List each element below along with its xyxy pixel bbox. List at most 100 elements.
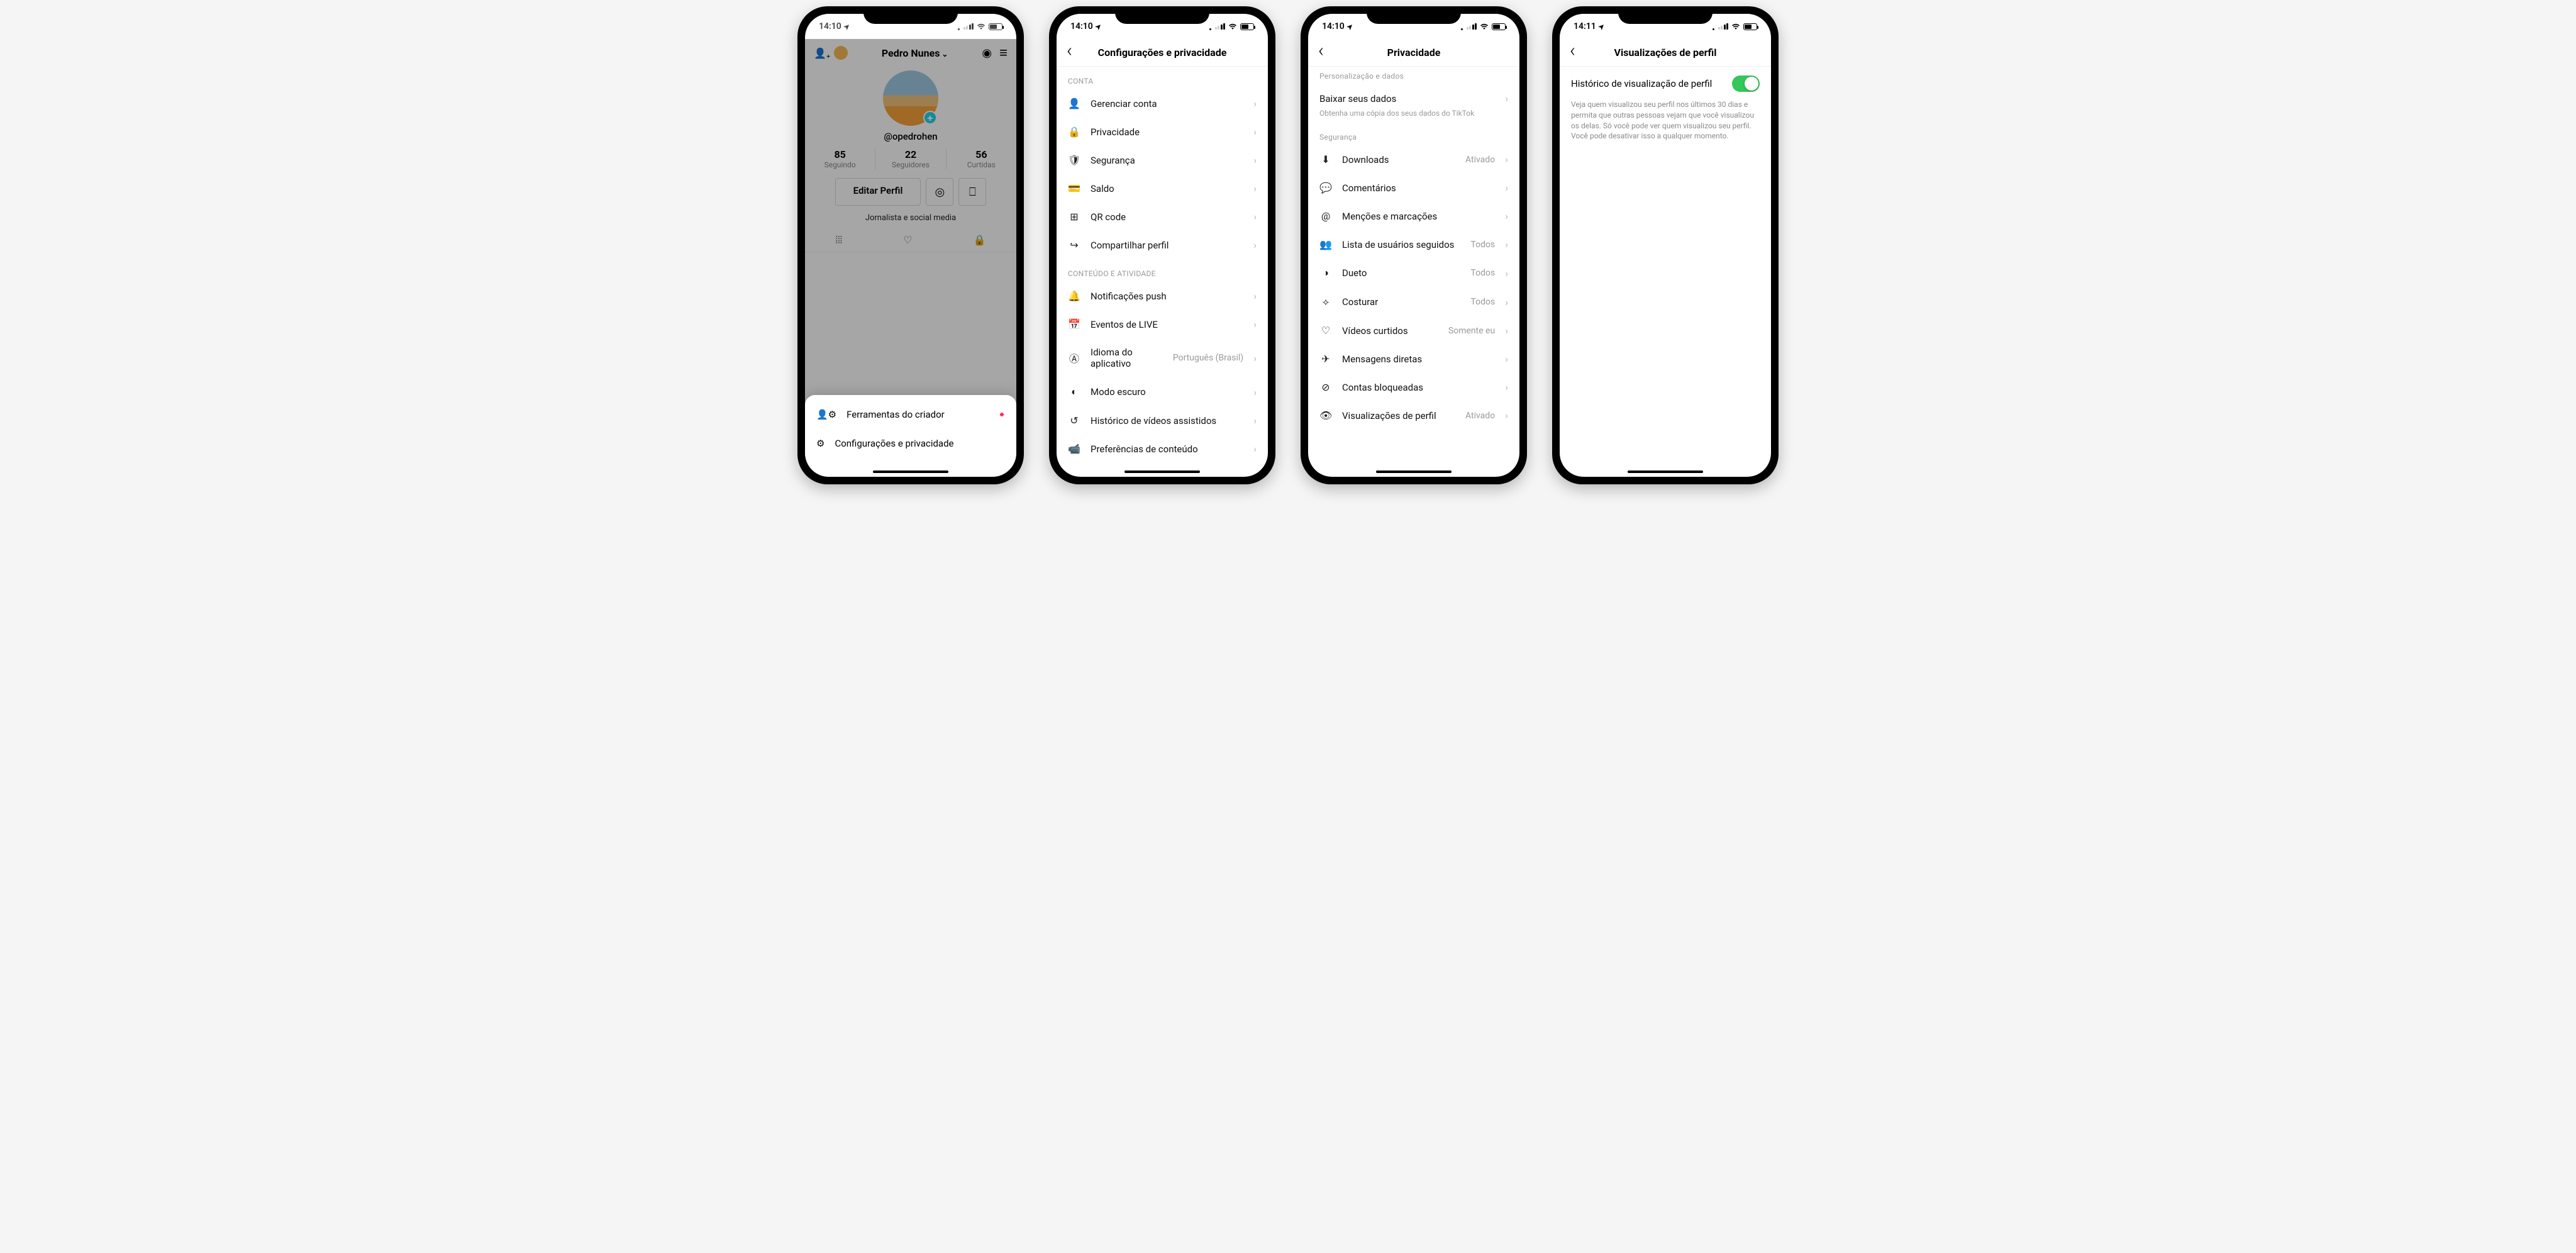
settings-conta-row-3-label: Saldo [1091, 183, 1243, 194]
settings-conta-row-5[interactable]: ↪ Compartilhar perfil [1057, 231, 1268, 259]
chevron-icon [1505, 182, 1508, 194]
settings-conta-row-2-label: Segurança [1091, 155, 1243, 166]
privacy-row-0-icon: ⬇ [1319, 153, 1332, 165]
privacy-row-8[interactable]: ⊘Contas bloqueadas [1308, 373, 1519, 401]
settings-conta-row-3[interactable]: 💳Saldo [1057, 174, 1268, 203]
privacy-row-3[interactable]: 👥Lista de usuários seguidosTodos [1308, 230, 1519, 259]
privacy-row-4-icon: ◑ [1319, 267, 1332, 279]
chevron-icon [1253, 211, 1257, 223]
settings-conta-row-0[interactable]: 👤Gerenciar conta [1057, 89, 1268, 118]
privacy-row-0[interactable]: ⬇DownloadsAtivado [1308, 145, 1519, 174]
sheet-creator-tools[interactable]: 👤⚙ Ferramentas do criador [805, 400, 1016, 429]
chevron-icon [1253, 290, 1257, 302]
settings-conta-row-2-icon: 🛡 [1068, 154, 1080, 166]
signal-dot [958, 28, 960, 30]
privacy-row-7[interactable]: ✈Mensagens diretas [1308, 345, 1519, 373]
signal-icon [1718, 23, 1729, 30]
location-arrow-icon [844, 21, 850, 31]
settings-conta-row-2[interactable]: 🛡 Segurança [1057, 146, 1268, 174]
notch [1115, 6, 1209, 24]
chevron-icon [1253, 386, 1257, 398]
sheet-settings[interactable]: ⚙ Configurações e privacidade [805, 429, 1016, 458]
home-indicator[interactable] [1124, 471, 1200, 473]
privacy-row-6-icon: ♡ [1319, 325, 1332, 337]
settings-conteudo-row-0-label: Notificações push [1091, 291, 1243, 302]
privacy-row-9-label: Visualizações de perfil [1342, 410, 1455, 421]
wifi-icon [1731, 23, 1740, 30]
chevron-icon [1505, 353, 1508, 365]
page-title: Configurações e privacidade [1098, 47, 1227, 58]
privacy-row-2[interactable]: @Menções e marcações [1308, 202, 1519, 230]
settings-conta-row-1-icon: 🔒 [1068, 126, 1080, 138]
privacy-row-5-label: Costurar [1342, 296, 1460, 308]
signal-dot [1713, 28, 1714, 30]
privacy-row-4[interactable]: ◑DuetoTodos [1308, 259, 1519, 287]
toggle-label: Histórico de visualização de perfil [1571, 78, 1712, 89]
settings-conta-row-4[interactable]: ⊞ QR code [1057, 203, 1268, 231]
signal-dot [1209, 28, 1211, 30]
settings-conta-row-5-icon: ↪ [1068, 239, 1080, 251]
settings-conteudo-row-1[interactable]: 📅Eventos de LIVE [1057, 310, 1268, 338]
home-indicator[interactable] [873, 471, 948, 473]
settings-conta-row-4-label: QR code [1091, 211, 1243, 223]
settings-conta-row-4-icon: ⊞ [1068, 211, 1080, 223]
privacy-row-7-label: Mensagens diretas [1342, 354, 1495, 365]
profile-root: Pedro Nunes + @opedrohen 85 Seguindo 22 [805, 39, 1016, 477]
back-button[interactable] [1064, 42, 1075, 63]
page-title: Privacidade [1387, 47, 1441, 58]
settings-conteudo-row-0[interactable]: 🔔Notificações push [1057, 282, 1268, 310]
phone-4: 14:11 Visualizações de perfil Histórico … [1552, 6, 1779, 484]
privacy-row-8-icon: ⊘ [1319, 381, 1332, 393]
privacy-list[interactable]: Personalização e dados Baixar seus dados… [1308, 67, 1519, 477]
status-time: 14:10 [819, 21, 841, 31]
settings-conteudo-row-3-label: Modo escuro [1091, 386, 1243, 398]
settings-conteudo-row-5[interactable]: 📹Preferências de conteúdo [1057, 435, 1268, 463]
profile-view-history-toggle[interactable] [1732, 75, 1760, 92]
privacy-row-9-icon: 👁 [1319, 409, 1332, 421]
signal-icon [963, 23, 974, 30]
creator-tools-icon: 👤⚙ [816, 409, 836, 420]
section-conteudo-label: CONTEÚDO E ATIVIDADE [1057, 259, 1268, 282]
settings-conta-row-1-label: Privacidade [1091, 126, 1243, 138]
settings-conteudo-row-4-label: Histórico de vídeos assistidos [1091, 415, 1243, 426]
notification-dot [1000, 413, 1004, 416]
privacy-row-1-label: Comentários [1342, 182, 1495, 194]
settings-conteudo-row-4[interactable]: ↺Histórico de vídeos assistidos [1057, 406, 1268, 435]
privacy-row-9[interactable]: 👁Visualizações de perfilAtivado [1308, 401, 1519, 430]
privacy-row-4-value: Todos [1470, 268, 1495, 278]
battery-icon [1492, 23, 1506, 30]
page-title: Visualizações de perfil [1614, 47, 1717, 58]
header: Visualizações de perfil [1560, 39, 1771, 67]
battery-icon [989, 23, 1002, 30]
back-button[interactable] [1567, 42, 1578, 63]
privacy-row-6-label: Vídeos curtidos [1342, 325, 1438, 337]
settings-conta-row-1[interactable]: 🔒 Privacidade [1057, 118, 1268, 146]
phone-1: 14:10 Pedro Nunes [797, 6, 1024, 484]
settings-list[interactable]: CONTA 👤Gerenciar conta🔒Privacidade🛡Segur… [1057, 67, 1268, 477]
home-indicator[interactable] [1628, 471, 1703, 473]
battery-icon [1743, 23, 1757, 30]
settings-conteudo-row-5-icon: 📹 [1068, 443, 1080, 455]
privacy-row-2-label: Menções e marcações [1342, 211, 1495, 222]
chevron-icon [1505, 381, 1508, 393]
signal-dot [1461, 28, 1463, 30]
settings-conteudo-row-1-icon: 📅 [1068, 318, 1080, 330]
location-arrow-icon [1096, 21, 1101, 31]
privacy-row-0-label: Downloads [1342, 154, 1455, 165]
chevron-icon [1505, 267, 1508, 279]
privacy-row-6[interactable]: ♡Vídeos curtidosSomente eu [1308, 316, 1519, 345]
back-button[interactable] [1316, 42, 1326, 63]
settings-conteudo-row-3[interactable]: ◐Modo escuro [1057, 377, 1268, 406]
signal-icon [1467, 23, 1477, 30]
download-data-label: Baixar seus dados [1319, 93, 1495, 104]
chevron-icon [1505, 296, 1508, 308]
privacy-row-1[interactable]: 💬Comentários [1308, 174, 1519, 202]
toggle-row: Histórico de visualização de perfil [1560, 67, 1771, 96]
chevron-icon [1253, 443, 1257, 455]
download-data-note: Obtenha uma cópia dos seus dados do TikT… [1308, 109, 1519, 123]
settings-conteudo-row-2[interactable]: ⒶIdioma do aplicativoPortuguês (Brasil) [1057, 338, 1268, 377]
privacy-row-5[interactable]: ⟡CosturarTodos [1308, 287, 1519, 316]
settings-conta-row-5-label: Compartilhar perfil [1091, 240, 1243, 251]
home-indicator[interactable] [1376, 471, 1452, 473]
location-arrow-icon [1347, 21, 1353, 31]
